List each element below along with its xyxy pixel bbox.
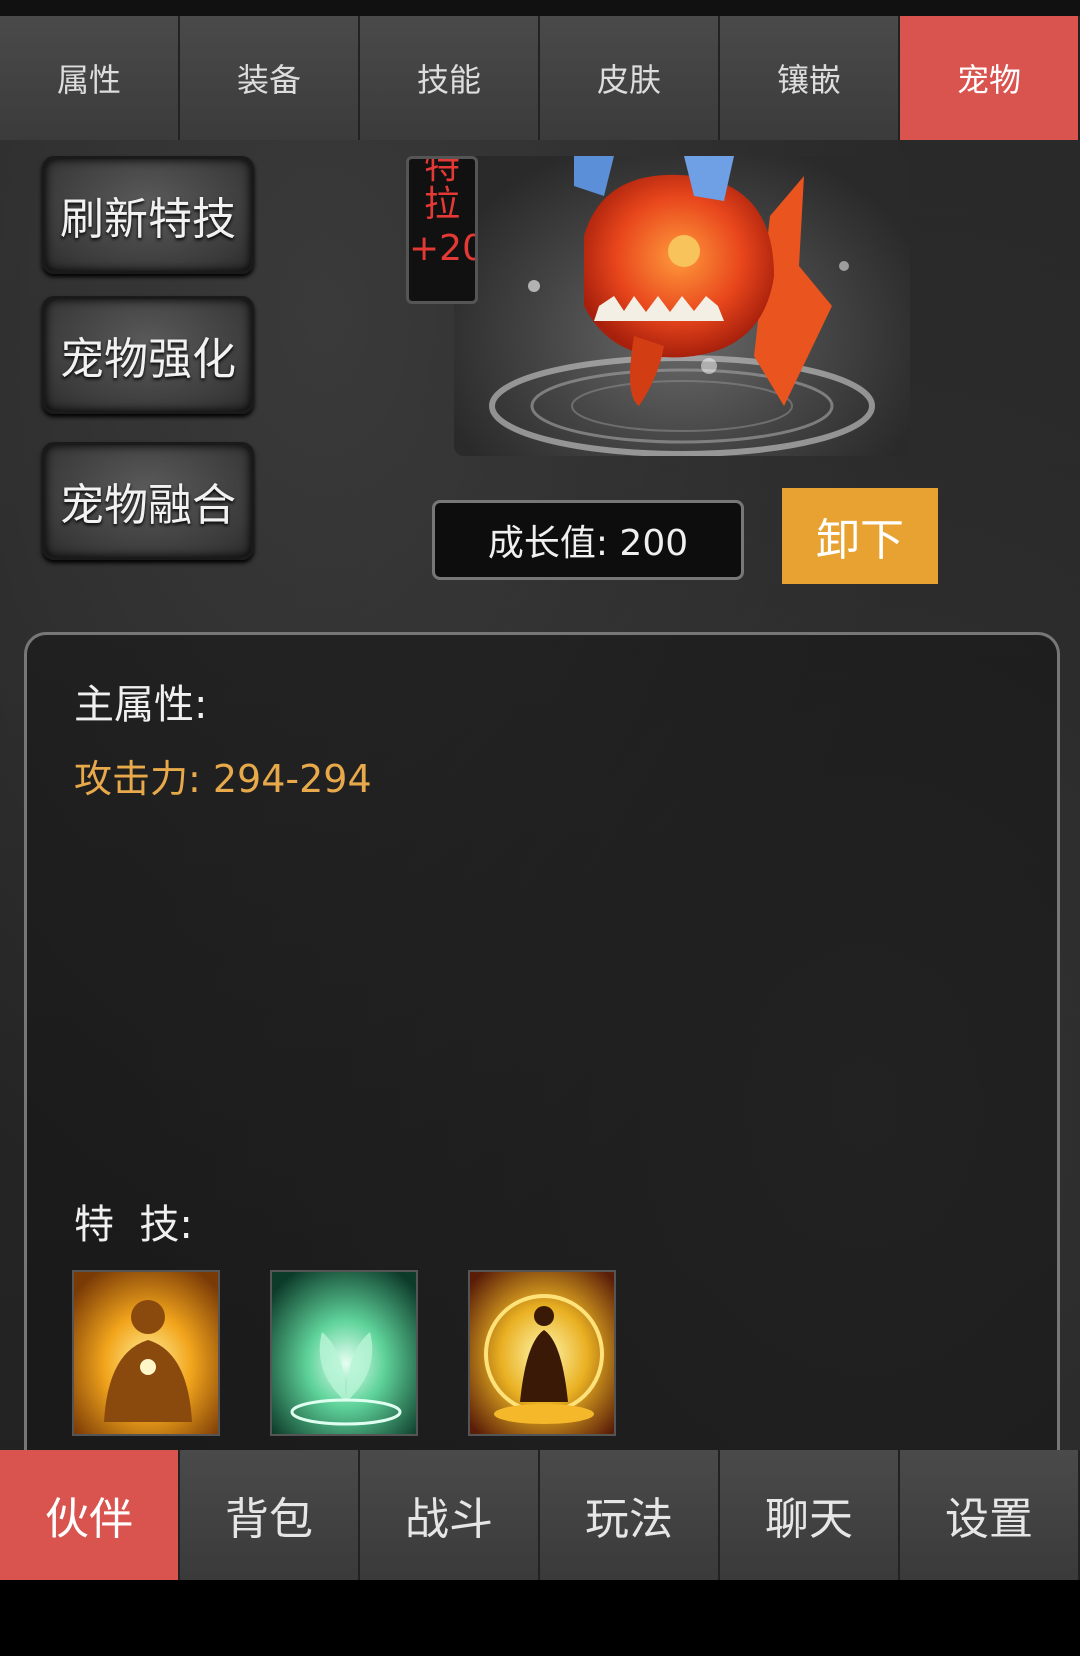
golden-shield-icon[interactable] bbox=[468, 1270, 616, 1436]
pet-name-badge: 特 拉 +20 bbox=[406, 156, 478, 304]
nav-backpack[interactable]: 背包 bbox=[180, 1450, 360, 1580]
growth-value: 成长值: 200 bbox=[432, 500, 744, 580]
pet-level-text: +20 bbox=[409, 228, 478, 269]
pet-enhance-button[interactable]: 宠物强化 bbox=[42, 296, 254, 414]
tab-skills[interactable]: 技能 bbox=[360, 16, 540, 140]
nav-chat[interactable]: 聊天 bbox=[720, 1450, 900, 1580]
main-attr-title: 主属性: bbox=[74, 682, 208, 728]
pet-name-char-2: 拉 bbox=[423, 184, 460, 225]
pet-portrait bbox=[454, 156, 910, 456]
nav-partner[interactable]: 伙伴 bbox=[0, 1450, 180, 1580]
tab-attributes[interactable]: 属性 bbox=[0, 16, 180, 140]
bottom-nav-bar: 伙伴 背包 战斗 玩法 聊天 设置 bbox=[0, 1450, 1080, 1580]
nav-settings[interactable]: 设置 bbox=[900, 1450, 1080, 1580]
skills-title: 特 技: bbox=[74, 1202, 193, 1248]
tab-inlay[interactable]: 镶嵌 bbox=[720, 16, 900, 140]
pet-fish-image bbox=[489, 156, 875, 456]
refresh-skill-button[interactable]: 刷新特技 bbox=[42, 156, 254, 274]
tab-equipment[interactable]: 装备 bbox=[180, 16, 360, 140]
nature-leaf-icon[interactable] bbox=[270, 1270, 418, 1436]
tab-skins[interactable]: 皮肤 bbox=[540, 16, 720, 140]
attack-value: 攻击力: 294-294 bbox=[74, 757, 372, 801]
status-strip bbox=[0, 0, 1080, 16]
nav-battle[interactable]: 战斗 bbox=[360, 1450, 540, 1580]
top-tab-bar: 属性 装备 技能 皮肤 镶嵌 宠物 bbox=[0, 16, 1080, 140]
pet-fusion-button[interactable]: 宠物融合 bbox=[42, 442, 254, 560]
unequip-button[interactable]: 卸下 bbox=[782, 488, 938, 584]
tab-pet[interactable]: 宠物 bbox=[900, 16, 1080, 140]
pet-name-char-1: 特 bbox=[423, 156, 460, 187]
power-aura-icon[interactable] bbox=[72, 1270, 220, 1436]
system-nav-area bbox=[0, 1580, 1080, 1656]
nav-gameplay[interactable]: 玩法 bbox=[540, 1450, 720, 1580]
